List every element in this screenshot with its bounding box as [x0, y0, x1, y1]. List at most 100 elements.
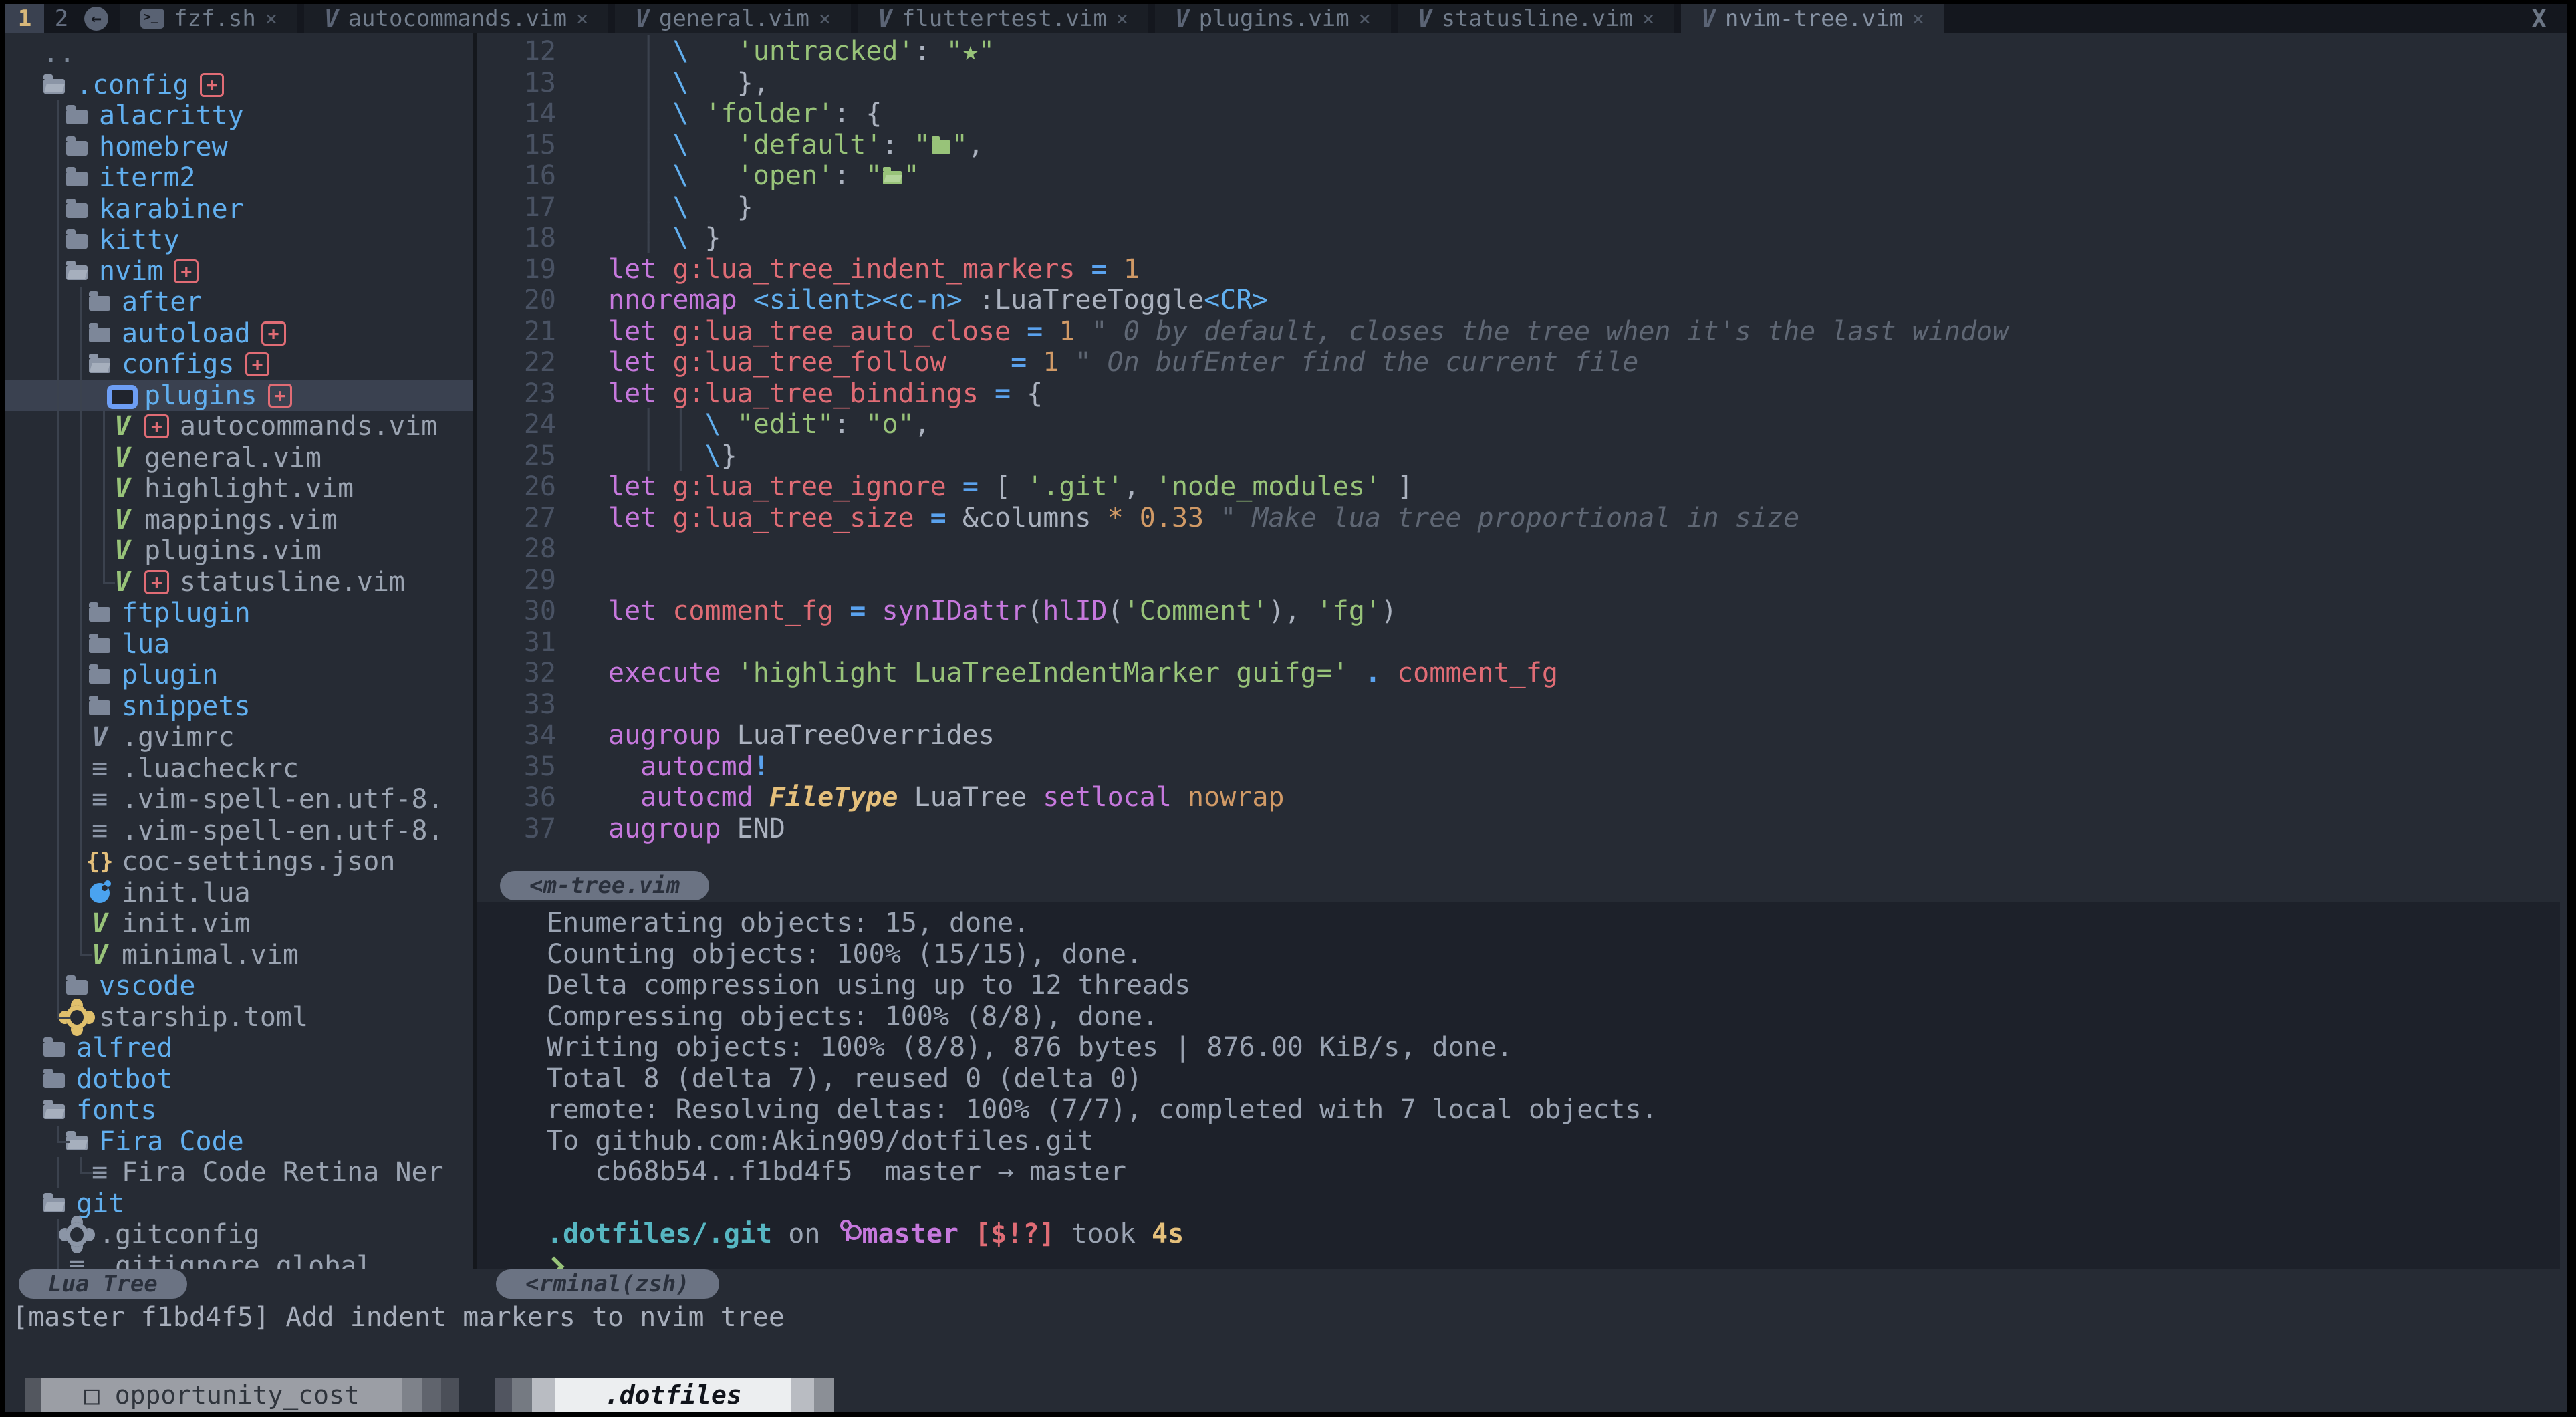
terminal-segment: Delta compression using up to 12 threads [547, 970, 1190, 1001]
tree-item-mappings.vim[interactable]: Vmappings.vim [5, 505, 473, 536]
vim-icon: V [111, 446, 134, 469]
tree-item-highlight.vim[interactable]: Vhighlight.vim [5, 473, 473, 505]
tab-close-icon[interactable]: × [1359, 7, 1371, 31]
tree-item-lua[interactable]: lua [5, 629, 473, 660]
vim-icon: V [324, 5, 339, 33]
tab-close-icon[interactable]: × [1912, 7, 1924, 31]
vim-icon: V [1418, 5, 1432, 33]
folder-glyph [66, 141, 88, 156]
terminal-line: To github.com:Akin909/dotfiles.git [547, 1126, 2560, 1157]
code-text [584, 627, 608, 658]
tree-item-vscode[interactable]: vscode [5, 971, 473, 1002]
tree-item-homebrew[interactable]: homebrew [5, 132, 473, 163]
tree-item-fonts[interactable]: fonts [5, 1095, 473, 1126]
tree-item-.gvimrc[interactable]: V.gvimrc [5, 722, 473, 753]
code-line-13: 13 │ \ }, [477, 68, 2567, 99]
tree-item-Fira Code[interactable]: Fira Code [5, 1126, 473, 1158]
tmux-window-dotfiles[interactable]: .dotfiles [555, 1378, 791, 1412]
tree-item-dotbot[interactable]: dotbot [5, 1064, 473, 1096]
terminal-line: Writing objects: 100% (8/8), 876 bytes |… [547, 1032, 2560, 1063]
tree-item-minimal.vim[interactable]: Vminimal.vim [5, 940, 473, 971]
tree-item-statusline.vim[interactable]: V+statusline.vim [5, 567, 473, 598]
tree-item-plugins[interactable]: plugins+ [5, 380, 473, 412]
tab-autocommands.vim[interactable]: Vautocommands.vim× [304, 4, 608, 33]
tab-plugins.vim[interactable]: Vplugins.vim× [1155, 4, 1391, 33]
folder-open-glyph [66, 265, 88, 280]
tree-item-.config[interactable]: .config+ [5, 70, 473, 101]
tree-item-alacritty[interactable]: alacritty [5, 100, 473, 132]
tab-close-icon[interactable]: × [576, 7, 588, 31]
tree-item-ftplugin[interactable]: ftplugin [5, 598, 473, 629]
tab-nvim-tree.vim[interactable]: Vnvim-tree.vim× [1681, 4, 1944, 33]
tree-item-alfred[interactable]: alfred [5, 1033, 473, 1064]
close-all-icon[interactable]: X [2531, 4, 2567, 33]
code-segment: : [833, 409, 866, 440]
code-segment: "★" [946, 36, 995, 67]
code-line-16: 16 │ \ 'open': "" [477, 160, 2567, 192]
tab-close-icon[interactable]: × [265, 7, 277, 31]
tree-item-autoload[interactable]: autoload+ [5, 318, 473, 350]
tree-item-starship.toml[interactable]: starship.toml [5, 1002, 473, 1033]
tree-item-snippets[interactable]: snippets [5, 691, 473, 723]
code-segment [946, 471, 962, 502]
folder-glyph [89, 328, 110, 342]
tree-item-git[interactable]: git [5, 1188, 473, 1220]
refresh-icon[interactable]: ← [79, 4, 114, 33]
vim-icon: V [88, 912, 111, 935]
tree-item-.gitignore_global[interactable]: ≡.gitignore_global [5, 1251, 473, 1269]
tree-item-autocommands.vim[interactable]: V+autocommands.vim [5, 411, 473, 442]
terminal-split[interactable]: Enumerating objects: 15, done.Counting o… [477, 902, 2560, 1269]
code-editor[interactable]: 12 │ \ 'untracked': "★"13 │ \ },14 │ \ '… [477, 33, 2567, 873]
code-segment: " [866, 160, 882, 191]
tree-item-.vim-spell-en.utf-8.[interactable]: ≡.vim-spell-en.utf-8. [5, 815, 473, 847]
tree-item-kitty[interactable]: kitty [5, 225, 473, 256]
tab-fluttertest.vim[interactable]: Vfluttertest.vim× [858, 4, 1148, 33]
tmux-window-opportunity-cost[interactable]: □ opportunity_cost [41, 1378, 402, 1412]
folder-icon [66, 975, 88, 997]
tab-close-icon[interactable]: × [819, 7, 831, 31]
tree-item-plugin[interactable]: plugin [5, 660, 473, 691]
tab-number-other[interactable]: 2 [44, 4, 79, 33]
tab-number-current[interactable]: 1 [5, 4, 44, 33]
tree-item-after[interactable]: after [5, 287, 473, 318]
tree-item-general.vim[interactable]: Vgeneral.vim [5, 442, 473, 474]
code-segment: 'node_modules' [1156, 471, 1381, 502]
tree-item-configs[interactable]: configs+ [5, 349, 473, 380]
code-segment: " [914, 130, 930, 160]
code-segment: " On bufEnter find the current file [1075, 347, 1638, 378]
tree-item-plugins.vim[interactable]: Vplugins.vim [5, 535, 473, 567]
code-segment: g:lua_tree_indent_markers [672, 254, 1075, 285]
code-segment: execute [608, 658, 721, 688]
tab-close-icon[interactable]: × [1642, 7, 1654, 31]
tree-item-init.lua[interactable]: init.lua [5, 878, 473, 909]
tab-fzf.sh[interactable]: fzf.sh× [120, 4, 297, 33]
braces-glyph: {} [86, 848, 114, 875]
gear-glyph [66, 1222, 88, 1247]
tab-statusline.vim[interactable]: Vstatusline.vim× [1398, 4, 1674, 33]
vim-icon: V [111, 415, 134, 438]
tree-item-label: iterm2 [99, 162, 196, 193]
tree-item-.luacheckrc[interactable]: ≡.luacheckrc [5, 753, 473, 785]
tree-item-.vim-spell-en.utf-8.[interactable]: ≡.vim-spell-en.utf-8. [5, 784, 473, 815]
tree-item-karabiner[interactable]: karabiner [5, 194, 473, 225]
modified-badge: + [261, 321, 286, 346]
tree-item-nvim[interactable]: nvim+ [5, 256, 473, 287]
tree-item-label: mappings.vim [144, 505, 338, 535]
tree-item-coc-settings.json[interactable]: {}coc-settings.json [5, 846, 473, 878]
line-number: 12 [477, 36, 584, 68]
tree-item-Fira Code Retina Ner[interactable]: ≡Fira Code Retina Ner [5, 1157, 473, 1188]
code-segment [932, 140, 950, 154]
tree-item-..[interactable]: .. [5, 38, 473, 70]
tree-item-.gitconfig[interactable]: .gitconfig [5, 1219, 473, 1251]
tree-item-init.vim[interactable]: Vinit.vim [5, 908, 473, 940]
tab-close-icon[interactable]: × [1116, 7, 1128, 31]
vim-icon: V [635, 5, 650, 33]
code-line-18: 18 │ \ } [477, 223, 2567, 254]
code-segment: 'highlight LuaTreeIndentMarker guifg=' [737, 658, 1349, 688]
tree-item-iterm2[interactable]: iterm2 [5, 162, 473, 194]
code-segment [656, 596, 672, 626]
code-line-15: 15 │ \ 'default': "", [477, 130, 2567, 161]
code-segment: } [688, 223, 721, 253]
tab-general.vim[interactable]: Vgeneral.vim× [615, 4, 851, 33]
folder-open-icon [88, 353, 111, 376]
